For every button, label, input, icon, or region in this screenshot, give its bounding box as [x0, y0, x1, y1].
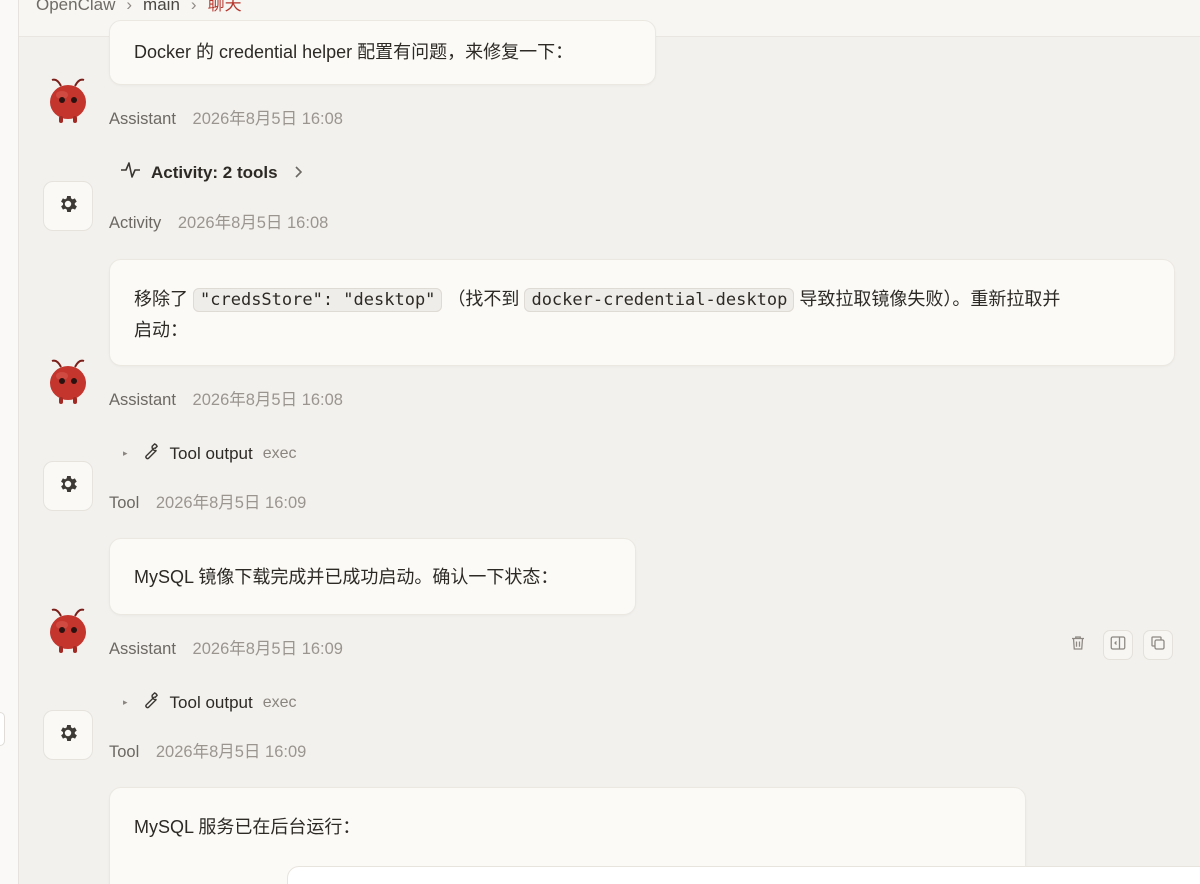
assistant-message-bubble: Docker 的 credential helper 配置有问题，来修复一下：	[109, 20, 656, 85]
expand-triangle-icon: ▸	[123, 448, 128, 458]
breadcrumb-separator: ›	[126, 0, 133, 14]
message-role: Assistant	[109, 640, 176, 658]
message-text: Docker 的 credential helper 配置有问题，来修复一下：	[134, 42, 574, 62]
message-text: 移除了	[134, 289, 188, 309]
message-timestamp: 2026年8月5日 16:09	[192, 640, 343, 658]
wrench-icon	[140, 690, 160, 715]
tool-name: exec	[262, 444, 297, 462]
breadcrumb-branch[interactable]: main	[143, 0, 180, 13]
message-text: MySQL 镜像下载完成并已成功启动。确认一下状态：	[134, 567, 559, 587]
tool-name: exec	[262, 693, 297, 711]
message-meta: Tool 2026年8月5日 16:09	[109, 489, 306, 513]
left-sidebar-rail	[0, 0, 19, 884]
message-meta: Activity 2026年8月5日 16:08	[109, 209, 328, 233]
assistant-message-bubble: 移除了 "credsStore": "desktop" （找不到 docker-…	[109, 259, 1175, 366]
gear-icon	[57, 193, 79, 220]
activity-toggle[interactable]: Activity: 2 tools	[120, 160, 302, 185]
lobster-avatar-icon	[42, 74, 94, 126]
tool-output-toggle[interactable]: ▸ Tool output exec	[123, 441, 297, 466]
assistant-message-bubble: MySQL 镜像下载完成并已成功启动。确认一下状态：	[109, 538, 636, 615]
breadcrumb-separator: ›	[190, 0, 197, 14]
gear-avatar	[43, 710, 93, 760]
pulse-icon	[120, 160, 141, 185]
message-meta: Assistant 2026年8月5日 16:08	[109, 386, 343, 410]
message-role: Assistant	[109, 110, 176, 128]
copy-icon	[1149, 634, 1167, 657]
expand-triangle-icon: ▸	[123, 697, 128, 707]
message-text-line: 启动：	[134, 320, 188, 340]
message-role: Tool	[109, 494, 140, 512]
message-timestamp: 2026年8月5日 16:09	[155, 743, 307, 761]
message-timestamp: 2026年8月5日 16:08	[177, 214, 329, 232]
gear-icon	[57, 473, 79, 500]
chevron-right-icon	[294, 163, 302, 183]
lobster-avatar-icon	[42, 604, 94, 656]
message-text: （找不到	[447, 289, 520, 309]
activity-label: Activity: 2 tools	[151, 162, 278, 182]
sidebar-toggle-icon	[1109, 634, 1127, 657]
inline-code: docker-credential-desktop	[524, 288, 795, 312]
tool-output-toggle[interactable]: ▸ Tool output exec	[123, 690, 297, 715]
message-role: Activity	[109, 214, 162, 232]
message-role: Assistant	[109, 391, 176, 409]
message-timestamp: 2026年8月5日 16:08	[192, 391, 343, 409]
trash-icon	[1069, 634, 1087, 657]
message-text: MySQL 服务已在后台运行：	[134, 817, 361, 837]
message-text-line: 移除了 "credsStore": "desktop" （找不到 docker-…	[134, 284, 1150, 315]
message-meta: Tool 2026年8月5日 16:09	[109, 738, 306, 762]
tool-output-label: Tool output	[169, 692, 253, 712]
message-meta: Assistant 2026年8月5日 16:09	[109, 635, 343, 659]
delete-message-button[interactable]	[1063, 630, 1093, 660]
open-sidebar-button[interactable]	[1103, 630, 1133, 660]
wrench-icon	[140, 441, 160, 466]
gear-icon	[57, 722, 79, 749]
sidebar-expand-handle[interactable]	[0, 712, 5, 746]
gear-avatar	[43, 461, 93, 511]
breadcrumb-root[interactable]: OpenClaw	[36, 0, 115, 13]
tool-output-label: Tool output	[169, 443, 253, 463]
chat-composer[interactable]	[287, 866, 1200, 884]
lobster-avatar-icon	[42, 355, 94, 407]
message-meta: Assistant 2026年8月5日 16:08	[109, 105, 343, 129]
message-timestamp: 2026年8月5日 16:09	[155, 494, 307, 512]
message-text: 导致拉取镜像失败）。重新拉取并	[799, 289, 1061, 309]
copy-message-button[interactable]	[1143, 630, 1173, 660]
message-role: Tool	[109, 743, 140, 761]
breadcrumb-current: 聊天	[207, 0, 242, 14]
message-timestamp: 2026年8月5日 16:08	[192, 110, 343, 128]
inline-code: "credsStore": "desktop"	[193, 288, 443, 312]
gear-avatar	[43, 181, 93, 231]
